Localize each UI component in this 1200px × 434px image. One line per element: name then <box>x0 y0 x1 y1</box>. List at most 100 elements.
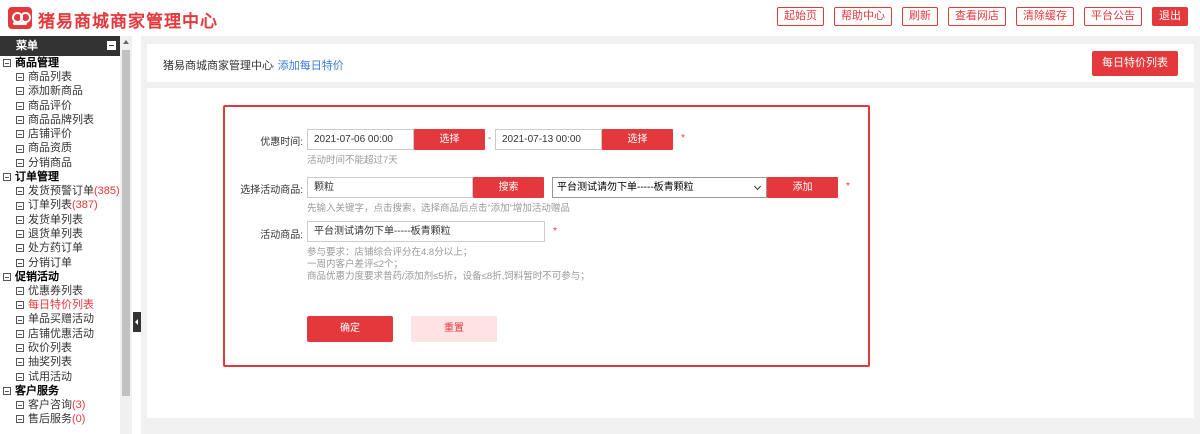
bullet-box-icon <box>16 116 24 125</box>
search-button[interactable]: 搜索 <box>473 177 544 198</box>
scrollbar-thumb[interactable] <box>122 50 130 396</box>
top-nav: 起始页 帮助中心 刷新 查看网店 清除缓存 平台公告 退出 <box>777 7 1188 26</box>
minimize-icon[interactable] <box>107 41 116 50</box>
end-date-pick-button[interactable]: 选择 <box>602 129 673 150</box>
add-product-button[interactable]: 添加 <box>767 177 838 198</box>
form-panel: 优惠时间: 2021-07-06 00:00 选择 - 2021-07-13 0… <box>147 88 1194 418</box>
bullet-box-icon <box>16 315 24 324</box>
bullet-box-icon <box>16 401 24 410</box>
menu-item-return-list[interactable]: 退货单列表 <box>0 227 120 241</box>
collapse-box-icon <box>3 272 11 281</box>
requirement-line-2: 一周内客户差评≤2个； <box>307 259 403 270</box>
product-hint: 先输入关键字，点击搜索，选择商品后点击“添加”增加活动赠品 <box>307 203 570 214</box>
menu-item-lottery-list[interactable]: 抽奖列表 <box>0 355 120 369</box>
menu-item-brand-list[interactable]: 商品品牌列表 <box>0 113 120 127</box>
bullet-box-icon <box>16 230 24 239</box>
scroll-up-icon[interactable] <box>123 40 129 44</box>
menu-group-products[interactable]: 商品管理 <box>0 56 120 70</box>
help-center-button[interactable]: 帮助中心 <box>834 7 892 26</box>
end-date-input[interactable]: 2021-07-13 00:00 <box>495 129 602 150</box>
menu-group-customer-service[interactable]: 客户服务 <box>0 384 120 398</box>
menu-item-bargain-list[interactable]: 砍价列表 <box>0 341 120 355</box>
add-daily-special-form: 优惠时间: 2021-07-06 00:00 选择 - 2021-07-13 0… <box>223 105 870 367</box>
time-label: 优惠时间: <box>260 137 303 148</box>
sidebar-scrollbar[interactable] <box>120 36 132 434</box>
breadcrumb-root: 猪易商城商家管理中心 <box>163 60 273 72</box>
bullet-box-icon <box>16 258 24 267</box>
bullet-box-icon <box>16 144 24 153</box>
breadcrumb: 猪易商城商家管理中心 - 添加每日特价 每日特价列表 <box>147 44 1194 82</box>
time-hint: 活动时间不能超过7天 <box>307 155 398 166</box>
bullet-box-icon <box>16 415 24 424</box>
bullet-box-icon <box>16 372 24 381</box>
bullet-box-icon <box>16 215 24 224</box>
count-badge: (385) <box>94 185 120 198</box>
required-mark: * <box>553 226 557 237</box>
count-badge: (0) <box>72 413 86 426</box>
requirement-line-3: 商品优惠力度要求普药/添加剂≤5折，设备≤8折,饲料暂时不可参与； <box>307 271 590 282</box>
requirement-line-1: 参与要求：店铺综合评分在4.8分以上； <box>307 247 473 258</box>
bullet-box-icon <box>16 358 24 367</box>
clear-cache-button[interactable]: 清除缓存 <box>1016 7 1074 26</box>
bullet-box-icon <box>16 301 24 310</box>
required-mark: * <box>681 133 685 144</box>
reset-button[interactable]: 重置 <box>411 316 497 342</box>
bullet-box-icon <box>16 344 24 353</box>
logout-button[interactable]: 退出 <box>1152 7 1188 26</box>
bullet-box-icon <box>16 287 24 295</box>
brand-title: 猪易商城商家管理中心 <box>38 12 218 31</box>
bullet-box-icon <box>16 244 24 253</box>
product-label: 选择活动商品: <box>240 185 303 196</box>
menu-item-shop-reviews[interactable]: 店铺评价 <box>0 127 120 141</box>
menu-item-order-list[interactable]: 订单列表 (387) <box>0 198 120 212</box>
logo-icon <box>8 7 32 29</box>
range-separator: - <box>488 133 492 144</box>
menu-item-product-list[interactable]: 商品列表 <box>0 70 120 84</box>
menu-item-shop-discount[interactable]: 店铺优惠活动 <box>0 327 120 341</box>
confirm-button[interactable]: 确定 <box>307 316 393 342</box>
menu-item-daily-special-list[interactable]: 每日特价列表 <box>0 298 120 312</box>
daily-special-list-button[interactable]: 每日特价列表 <box>1092 51 1178 76</box>
menu-item-distribution-orders[interactable]: 分销订单 <box>0 256 120 270</box>
menu-item-shipment-list[interactable]: 发货单列表 <box>0 213 120 227</box>
sidebar-header: 菜单 <box>0 36 120 56</box>
product-select[interactable]: 平台测试请勿下单-----板青颗粒 <box>552 177 767 198</box>
sidebar-title: 菜单 <box>16 40 38 52</box>
sidebar-collapse-icon[interactable] <box>133 312 141 332</box>
menu-item-distribution-products[interactable]: 分销商品 <box>0 156 120 170</box>
bullet-box-icon <box>16 87 24 96</box>
menu-item-buy-gift[interactable]: 单品买赠活动 <box>0 312 120 326</box>
menu-item-shipping-alert-orders[interactable]: 发货预警订单 (385) <box>0 184 120 198</box>
start-page-button[interactable]: 起始页 <box>777 7 824 26</box>
platform-notice-button[interactable]: 平台公告 <box>1084 7 1142 26</box>
count-badge: (387) <box>72 199 98 212</box>
menu-item-qualifications[interactable]: 商品资质 <box>0 141 120 155</box>
sidebar: 菜单 商品管理 商品列表 添加新商品 商品评价 商品品牌列表 店铺评价 商品资质… <box>0 36 120 434</box>
bullet-box-icon <box>16 73 24 82</box>
bullet-box-icon <box>16 187 24 196</box>
collapse-box-icon <box>3 386 11 395</box>
refresh-button[interactable]: 刷新 <box>902 7 938 26</box>
menu-group-promotions[interactable]: 促销活动 <box>0 270 120 284</box>
bullet-box-icon <box>16 101 24 110</box>
start-date-pick-button[interactable]: 选择 <box>414 129 485 150</box>
start-date-input[interactable]: 2021-07-06 00:00 <box>307 129 414 150</box>
activity-product-label: 活动商品: <box>260 230 303 241</box>
count-badge: (3) <box>72 398 86 411</box>
menu-group-orders[interactable]: 订单管理 <box>0 170 120 184</box>
menu-item-product-reviews[interactable]: 商品评价 <box>0 99 120 113</box>
keyword-input[interactable]: 颗粒 <box>307 177 473 198</box>
bullet-box-icon <box>16 329 24 338</box>
view-shop-button[interactable]: 查看网店 <box>948 7 1006 26</box>
menu-item-customer-inquiry[interactable]: 客户咨询 (3) <box>0 398 120 412</box>
menu-item-add-product[interactable]: 添加新商品 <box>0 84 120 98</box>
required-mark: * <box>846 181 850 192</box>
collapse-box-icon <box>3 173 11 182</box>
menu-item-after-sales[interactable]: 售后服务 (0) <box>0 412 120 426</box>
bullet-box-icon <box>16 130 24 139</box>
activity-product-field[interactable]: 平台测试请勿下单-----板青颗粒 <box>307 221 545 242</box>
collapse-box-icon <box>3 59 11 67</box>
menu-item-prescription-orders[interactable]: 处方药订单 <box>0 241 120 255</box>
menu-item-trial-activity[interactable]: 试用活动 <box>0 370 120 384</box>
menu-item-coupon-list[interactable]: 优惠券列表 <box>0 284 120 298</box>
